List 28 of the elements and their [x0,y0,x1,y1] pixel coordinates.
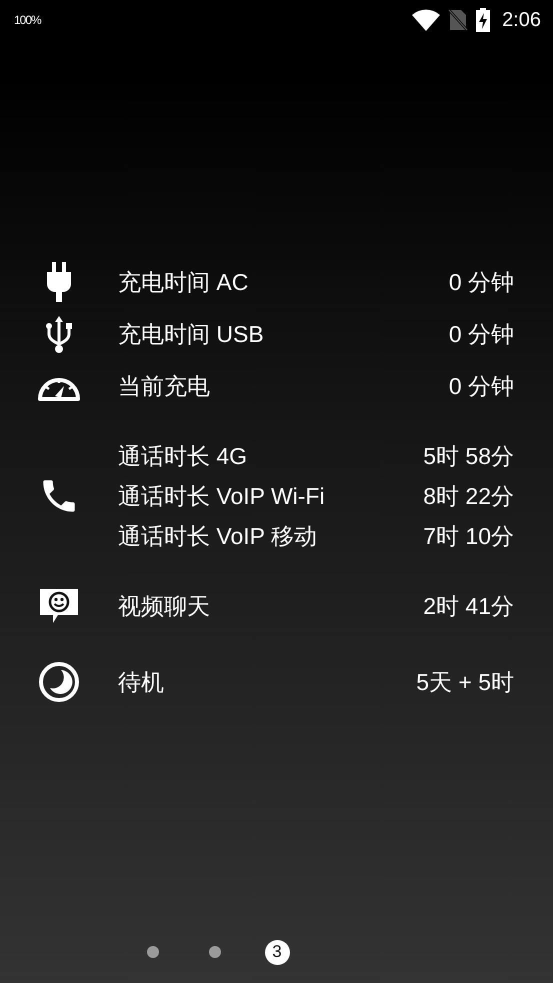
stat-value: 0 分钟 [448,268,514,296]
stat-value: 8时 22分 [423,482,514,510]
stat-label: 通话时长 VoIP Wi-Fi [118,482,325,510]
stat-value: 7时 10分 [423,522,514,550]
smiley-chat-icon [38,587,80,625]
stat-label: 通话时长 VoIP 移动 [118,522,317,550]
wifi-icon [412,9,440,31]
stat-value: 2时 41分 [423,592,514,620]
stat-label: 通话时长 4G [118,442,248,470]
stat-value: 5天 + 5时 [416,668,514,696]
stat-label: 待机 [118,668,164,696]
stat-value: 0 分钟 [448,372,514,400]
current-page-indicator[interactable]: 3 [264,940,290,964]
stat-label: 视频聊天 [118,592,210,620]
stat-label: 充电时间 USB [118,320,264,348]
plug-icon [46,262,72,302]
stat-label: 充电时间 AC [118,268,248,296]
battery-percent: 100% [14,13,41,27]
stat-value: 5时 58分 [423,442,514,470]
usb-icon [45,314,73,354]
clock-time: 2:06 [502,8,541,32]
battery-charging-icon [476,8,490,32]
moon-icon [38,661,80,703]
stat-label: 当前充电 [118,372,210,400]
page-dot[interactable] [209,946,221,958]
page-dot[interactable] [147,946,159,958]
stat-value: 0 分钟 [448,320,514,348]
no-sim-icon [448,9,468,31]
